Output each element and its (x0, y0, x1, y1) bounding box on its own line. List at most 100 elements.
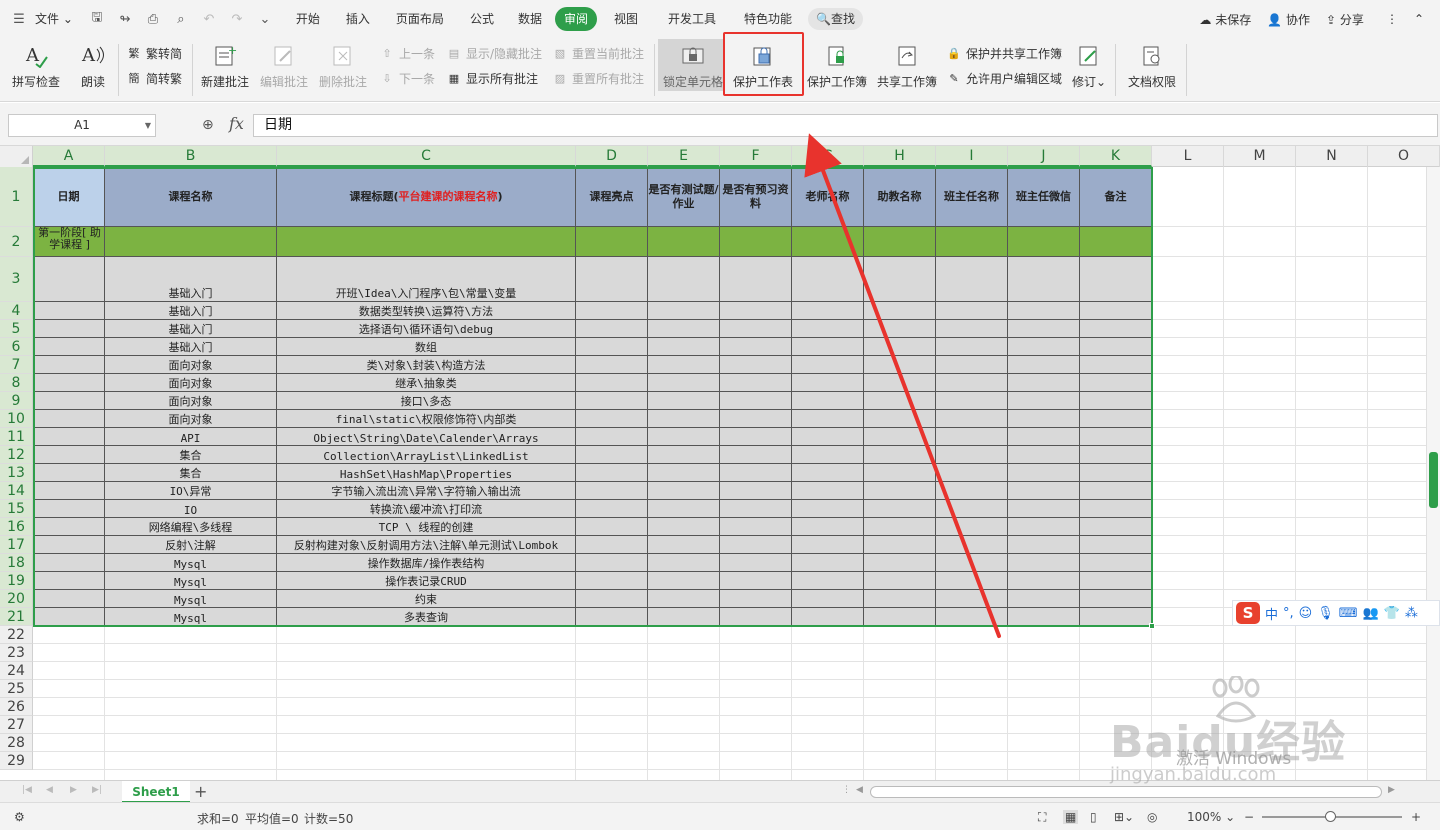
emoji-icon[interactable]: ☺ (1299, 606, 1313, 621)
course-name-cell[interactable]: 基础入门 (105, 338, 277, 356)
table-cell[interactable] (864, 536, 936, 554)
table-cell[interactable] (576, 590, 648, 608)
table-cell[interactable] (1008, 392, 1080, 410)
table-cell[interactable] (1008, 482, 1080, 500)
table-cell[interactable] (720, 500, 792, 518)
column-header[interactable]: O (1368, 146, 1440, 167)
table-cell[interactable] (864, 554, 936, 572)
zoom-level[interactable]: 100% ⌄ (1187, 810, 1235, 824)
table-cell[interactable] (576, 482, 648, 500)
row-header[interactable]: 2 (0, 227, 33, 257)
course-name-cell[interactable]: 集合 (105, 446, 277, 464)
table-cell[interactable] (1008, 356, 1080, 374)
table-cell[interactable] (792, 536, 864, 554)
table-cell[interactable] (33, 554, 105, 572)
tab-formulas[interactable]: 公式 (460, 7, 504, 31)
table-cell[interactable] (576, 518, 648, 536)
table-cell[interactable] (864, 374, 936, 392)
row-header[interactable]: 19 (0, 572, 33, 590)
table-cell[interactable] (792, 428, 864, 446)
table-cell[interactable] (648, 374, 720, 392)
table-cell[interactable] (936, 320, 1008, 338)
column-header[interactable]: B (105, 146, 277, 167)
table-cell[interactable] (792, 590, 864, 608)
table-cell[interactable] (648, 446, 720, 464)
row-header[interactable]: 26 (0, 698, 33, 716)
normal-view-icon[interactable]: ▦ (1063, 810, 1079, 824)
column-header[interactable]: G (792, 146, 864, 167)
table-cell[interactable] (792, 608, 864, 626)
stage-label-cell[interactable]: 第一阶段[ 助学课程 ] (33, 227, 105, 257)
table-cell[interactable] (936, 302, 1008, 320)
table-cell[interactable] (33, 500, 105, 518)
table-cell[interactable] (864, 257, 936, 302)
column-header[interactable]: D (576, 146, 648, 167)
table-cell[interactable] (576, 500, 648, 518)
share-workbook-button[interactable]: 共享工作簿 (877, 40, 937, 90)
table-cell[interactable] (576, 356, 648, 374)
table-cell[interactable] (864, 410, 936, 428)
stage-row-cell[interactable] (1008, 227, 1080, 257)
table-cell[interactable] (1008, 302, 1080, 320)
row-header[interactable]: 22 (0, 626, 33, 644)
stage-row-cell[interactable] (936, 227, 1008, 257)
table-cell[interactable] (936, 572, 1008, 590)
row-header[interactable]: 10 (0, 410, 33, 428)
table-cell[interactable] (720, 482, 792, 500)
spell-check-button[interactable]: A 拼写检查 (12, 40, 60, 90)
vertical-scrollbar[interactable] (1426, 167, 1440, 780)
table-cell[interactable] (1008, 518, 1080, 536)
course-name-cell[interactable]: Mysql (105, 554, 277, 572)
share-button[interactable]: ⇪ 分享 (1318, 11, 1372, 28)
table-cell[interactable] (648, 590, 720, 608)
table-cell[interactable] (648, 572, 720, 590)
course-title-cell[interactable]: Object\String\Date\Calender\Arrays (277, 428, 576, 446)
table-cell[interactable] (720, 428, 792, 446)
course-name-cell[interactable]: IO\异常 (105, 482, 277, 500)
table-cell[interactable] (720, 338, 792, 356)
row-header[interactable]: 20 (0, 590, 33, 608)
header-cell-date[interactable]: 日期 (33, 167, 105, 227)
next-comment-button[interactable]: ⇩ 下一条 (379, 69, 435, 87)
table-cell[interactable] (1008, 257, 1080, 302)
revise-button[interactable]: 修订⌄ (1072, 40, 1106, 90)
table-cell[interactable] (576, 554, 648, 572)
page-layout-view-icon[interactable]: ▯ (1090, 810, 1097, 824)
row-header[interactable]: 5 (0, 320, 33, 338)
course-title-cell[interactable]: 字节输入流出流\异常\字符输入输出流 (277, 482, 576, 500)
table-cell[interactable] (576, 428, 648, 446)
table-cell[interactable] (33, 392, 105, 410)
table-cell[interactable] (936, 590, 1008, 608)
course-title-cell[interactable]: HashSet\HashMap\Properties (277, 464, 576, 482)
table-cell[interactable] (720, 374, 792, 392)
row-header[interactable]: 27 (0, 716, 33, 734)
menu-icon[interactable]: ☰ (8, 8, 30, 30)
table-cell[interactable] (1080, 428, 1152, 446)
row-header[interactable]: 14 (0, 482, 33, 500)
row-header[interactable]: 4 (0, 302, 33, 320)
row-header[interactable]: 28 (0, 734, 33, 752)
course-name-cell[interactable]: 反射\注解 (105, 536, 277, 554)
table-cell[interactable] (720, 320, 792, 338)
stage-row-cell[interactable] (720, 227, 792, 257)
table-cell[interactable] (864, 464, 936, 482)
table-cell[interactable] (648, 464, 720, 482)
course-name-cell[interactable]: 基础入门 (105, 257, 277, 302)
tab-developer[interactable]: 开发工具 (658, 7, 726, 31)
table-cell[interactable] (792, 392, 864, 410)
table-cell[interactable] (720, 590, 792, 608)
table-cell[interactable] (648, 608, 720, 626)
search-button[interactable]: 🔍查找 (808, 8, 863, 30)
header-cell-wechat[interactable]: 班主任微信 (1008, 167, 1080, 227)
course-title-cell[interactable]: 选择语句\循环语句\debug (277, 320, 576, 338)
table-cell[interactable] (576, 608, 648, 626)
table-cell[interactable] (792, 518, 864, 536)
table-cell[interactable] (33, 608, 105, 626)
table-cell[interactable] (648, 302, 720, 320)
tab-home[interactable]: 开始 (286, 7, 330, 31)
table-cell[interactable] (576, 302, 648, 320)
macro-icon[interactable]: ⚙ (14, 810, 25, 824)
zoom-slider-thumb[interactable] (1325, 811, 1336, 822)
table-cell[interactable] (936, 338, 1008, 356)
export-icon[interactable]: ↬ (114, 8, 136, 30)
